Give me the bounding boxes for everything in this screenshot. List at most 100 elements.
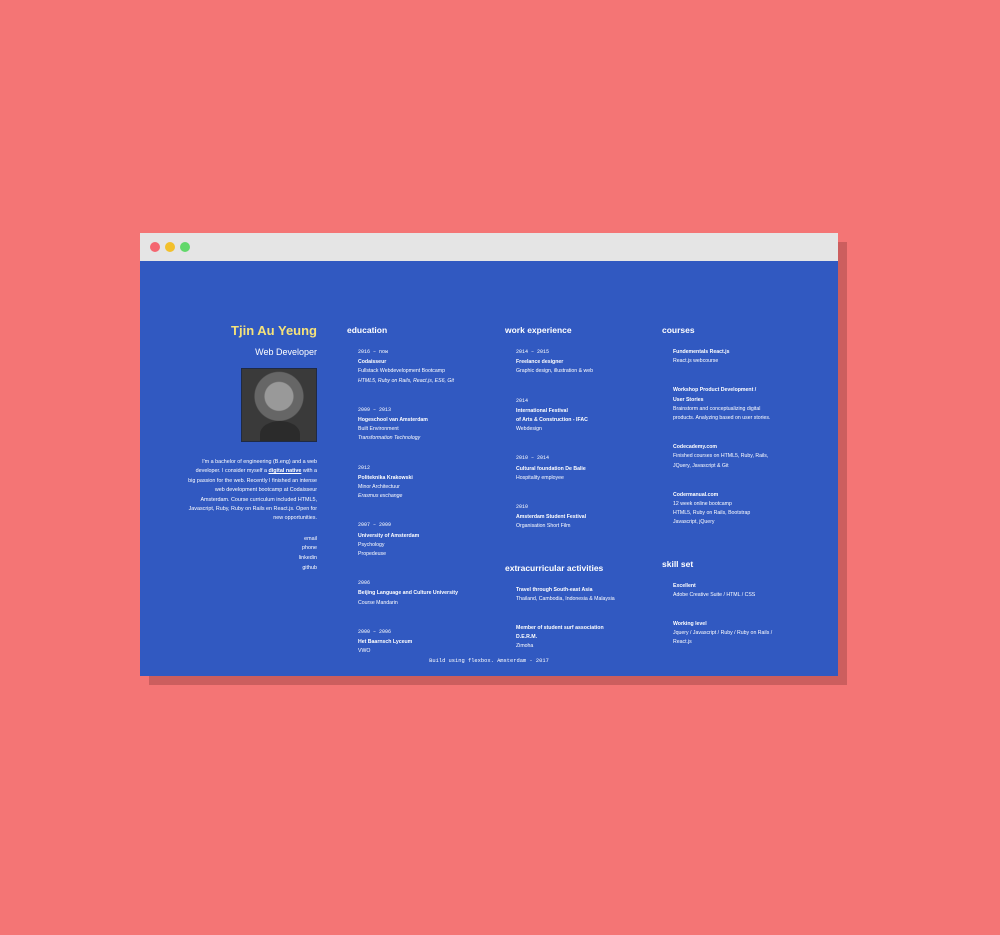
course-detail: HTML5, Ruby on Rails, Bootstrap [673, 510, 751, 517]
window-titlebar [140, 233, 838, 261]
skill-list: Adobe Creative Suite / HTML / CSS [673, 591, 756, 598]
activity-title: Travel through South-east Asia [516, 586, 593, 593]
browser-window: Tjin Au Yeung Web Developer I'm a bachel… [140, 233, 838, 676]
activity-entry: Member of student surf association D.E.R… [516, 624, 650, 652]
entry-date: 2014 – 2015 [516, 349, 550, 355]
education-title: education [347, 325, 388, 335]
profile-section: Tjin Au Yeung Web Developer I'm a bachel… [177, 323, 317, 573]
education-entry: 2012 Politeknika Krakowski Minor Archite… [358, 464, 492, 502]
entry-detail: Propedeuse [358, 551, 386, 558]
course-detail: Finished courses on HTML5, Ruby, Rails, [673, 453, 769, 460]
entry-date: 2010 – 2014 [516, 455, 550, 462]
course-detail: React.js webcourse [673, 358, 719, 365]
profile-name: Tjin Au Yeung [231, 323, 317, 338]
education-entry: 2000 – 2006 Het Baarnsch Lyceum VWO [358, 628, 492, 657]
entry-program: Minor Architectuur [358, 484, 400, 491]
entry-date: 2007 – 2009 [358, 522, 392, 529]
profile-role: Web Developer [255, 347, 317, 357]
education-entry: 2016 – now Codaisseur Fullstack Webdevel… [358, 348, 492, 386]
skill-level: Excellent [673, 582, 696, 589]
entry-institution: Hogeschool van Amsterdam [358, 417, 428, 424]
entry-institution: Beijing Language and Culture University [358, 590, 459, 597]
course-entry: Workshop Product Development / User Stor… [673, 386, 807, 423]
course-title-continued: User Stories [673, 396, 704, 403]
resume-page: Tjin Au Yeung Web Developer I'm a bachel… [140, 261, 838, 676]
skill-level: Working level [673, 621, 707, 628]
skill-list: React.js [673, 639, 692, 646]
profile-photo [241, 368, 317, 442]
entry-detail: Transformation Technology [358, 435, 421, 442]
page-footer: Build using flexbox. Amsterdam - 2017 [429, 658, 549, 664]
entry-role: Freelance designer [516, 359, 564, 366]
entry-institution: University of Amsterdam [358, 532, 420, 539]
work-entry: 2014 – 2015 Freelance designer Graphic d… [516, 348, 650, 377]
work-entry: 2010 Amsterdam Student Festival Organisa… [516, 503, 650, 532]
work-section: work experience 2014 – 2015 Freelance de… [505, 325, 650, 672]
course-detail: Javascript, jQuery [673, 519, 715, 526]
courses-section: courses Fundementals React.js React.js w… [662, 325, 807, 668]
entry-detail: Webdesign [516, 426, 542, 433]
activity-title: Member of student surf association [516, 625, 604, 632]
entry-program: Course Mandarin [358, 599, 398, 606]
entry-role: International Festival [516, 407, 568, 414]
skill-list: Jquery / Javascript / Ruby / Ruby on Rai… [673, 630, 773, 637]
courses-title: courses [662, 325, 695, 335]
skill-entry: Excellent Adobe Creative Suite / HTML / … [673, 582, 807, 600]
entry-detail: HTML5, Ruby on Rails, React.js, ES6, Git [358, 377, 455, 384]
skills-title: skill set [662, 558, 694, 569]
entry-date: 2010 [516, 504, 529, 511]
activity-entry: Travel through South-east Asia Thailand,… [516, 586, 650, 604]
maximize-window-button[interactable] [180, 242, 190, 252]
education-section: education 2016 – now Codaisseur Fullstac… [347, 325, 492, 676]
entry-detail: Hospitality employee [516, 474, 564, 481]
entry-program: VWO [358, 648, 371, 655]
bio-text-after: with a big passion for the web. Recently… [188, 468, 317, 522]
activity-detail: D.E.R.M. [516, 634, 538, 641]
entry-institution: Politeknika Krakowski [358, 474, 413, 481]
entry-program: Built Environment [358, 426, 399, 433]
course-title: Fundementals React.js [673, 349, 730, 355]
entry-role-continued: of Arts & Construction - IFAC [516, 417, 588, 424]
course-detail: Brainstorm and conceptualizing digital [673, 405, 761, 412]
entry-date: 2000 – 2006 [358, 628, 392, 635]
email-link[interactable]: email [177, 535, 317, 545]
course-title: Codermanual.com [673, 491, 719, 498]
close-window-button[interactable] [150, 242, 160, 252]
work-title: work experience [505, 325, 572, 335]
entry-role: Cultural foundation De Balie [516, 465, 586, 472]
entry-detail: Erasmus exchange [358, 493, 403, 500]
course-entry: Codecademy.com Finished courses on HTML5… [673, 443, 807, 471]
digital-native-link[interactable]: digital native [268, 468, 301, 474]
course-entry: Fundementals React.js React.js webcourse [673, 348, 807, 366]
skill-entry: Working level Jquery / Javascript / Ruby… [673, 620, 807, 648]
entry-date: 2006 [358, 580, 371, 587]
extracurricular-title: extracurricular activities [505, 562, 604, 573]
entry-date: 2012 [358, 464, 371, 471]
education-entry: 2007 – 2009 University of Amsterdam Psyc… [358, 521, 492, 559]
github-link[interactable]: github [177, 564, 317, 574]
course-entry: Codermanual.com 12 week online bootcamp … [673, 491, 807, 528]
course-detail: 12 week online bootcamp [673, 501, 732, 508]
entry-date: 2016 – now [358, 349, 389, 355]
minimize-window-button[interactable] [165, 242, 175, 252]
entry-institution: Het Baarnsch Lyceum [358, 639, 413, 646]
entry-institution: Codaisseur [358, 359, 387, 366]
course-title: Codecademy.com [673, 444, 718, 451]
phone-link[interactable]: phone [177, 544, 317, 554]
education-entry: 2006 Beijing Language and Culture Univer… [358, 579, 492, 608]
activity-detail: Thailand, Cambodia, Indonesia & Malaysia [516, 595, 615, 602]
entry-date: 2009 – 2013 [358, 406, 392, 413]
entry-program: Fullstack Webdevelopment Bootcamp [358, 368, 445, 375]
work-entry: 2014 International Festival of Arts & Co… [516, 397, 650, 435]
work-entry: 2010 – 2014 Cultural foundation De Balie… [516, 454, 650, 483]
entry-detail: Graphic design, illustration & web [516, 368, 593, 375]
education-entry: 2009 – 2013 Hogeschool van Amsterdam Bui… [358, 406, 492, 444]
entry-role: Amsterdam Student Festival [516, 514, 587, 521]
activity-detail: Zimoha [516, 643, 534, 650]
linkedin-link[interactable]: linkedin [177, 554, 317, 564]
course-title: Workshop Product Development / [673, 387, 757, 394]
entry-program: Psychology [358, 541, 385, 548]
entry-date: 2014 [516, 397, 529, 404]
